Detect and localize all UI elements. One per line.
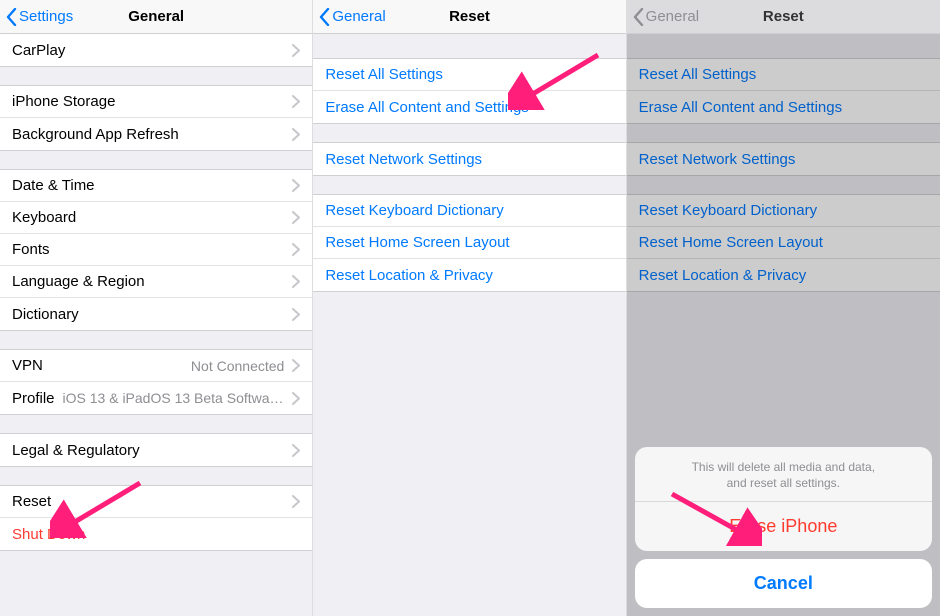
cell-fonts[interactable]: Fonts [0,234,312,266]
cell-keyboard[interactable]: Keyboard [0,202,312,234]
cell-label: Fonts [12,241,50,258]
back-button[interactable]: General [313,8,385,26]
cell-label: Reset Location & Privacy [325,267,493,284]
chevron-left-icon [319,8,330,26]
action-sheet-card: This will delete all media and data, and… [635,447,932,551]
cell-label: Keyboard [12,209,76,226]
back-label: General [332,8,385,25]
cell-label: Reset Keyboard Dictionary [325,202,503,219]
chevron-right-icon [292,495,300,508]
cell-reset[interactable]: Reset [0,486,312,518]
navbar: General Reset [313,0,625,34]
cell-reset-network[interactable]: Reset Network Settings [313,143,625,175]
cell-reset-keyboard-dictionary[interactable]: Reset Keyboard Dictionary [313,195,625,227]
cancel-button[interactable]: Cancel [635,559,932,608]
cell-date-time[interactable]: Date & Time [0,170,312,202]
cell-label: Reset Home Screen Layout [325,234,509,251]
cell-dictionary[interactable]: Dictionary [0,298,312,330]
cell-vpn[interactable]: VPN Not Connected [0,350,312,382]
cell-label: Legal & Regulatory [12,442,140,459]
cell-label: Reset Network Settings [325,151,482,168]
cell-label: Background App Refresh [12,126,179,143]
navbar: General Reset [627,0,940,34]
back-button: General [627,8,699,26]
chevron-right-icon [292,275,300,288]
cell-erase-all-content[interactable]: Erase All Content and Settings [313,91,625,123]
cell-shut-down[interactable]: Shut Down [0,518,312,550]
cell-value: iOS 13 & iPadOS 13 Beta Software Pr… [55,390,285,406]
chevron-right-icon [292,243,300,256]
cell-label: VPN [12,357,43,374]
chevron-right-icon [292,308,300,321]
cell-label: Dictionary [12,306,79,323]
cell-label: Profile [12,390,55,407]
screen-reset: General Reset Reset All Settings Erase A… [313,0,626,616]
chevron-left-icon [633,8,644,26]
cell-iphone-storage[interactable]: iPhone Storage [0,86,312,118]
content: Reset All Settings Erase All Content and… [627,34,940,616]
cell-carplay[interactable]: CarPlay [0,34,312,66]
cell-language-region[interactable]: Language & Region [0,266,312,298]
cell-reset-all-settings[interactable]: Reset All Settings [313,59,625,91]
cell-legal-regulatory[interactable]: Legal & Regulatory [0,434,312,466]
chevron-left-icon [6,8,17,26]
cell-reset-home-screen[interactable]: Reset Home Screen Layout [313,227,625,259]
chevron-right-icon [292,359,300,372]
cell-profile[interactable]: Profile iOS 13 & iPadOS 13 Beta Software… [0,382,312,414]
cell-label: CarPlay [12,42,65,59]
chevron-right-icon [292,44,300,57]
back-label: Settings [19,8,73,25]
cell-reset-location-privacy[interactable]: Reset Location & Privacy [313,259,625,291]
content: CarPlay iPhone Storage Background App Re… [0,34,312,616]
chevron-right-icon [292,179,300,192]
cell-label: Date & Time [12,177,95,194]
action-sheet: This will delete all media and data, and… [635,447,932,608]
cell-label: Language & Region [12,273,145,290]
back-button[interactable]: Settings [0,8,73,26]
chevron-right-icon [292,444,300,457]
erase-iphone-button[interactable]: Erase iPhone [635,502,932,551]
cell-label: iPhone Storage [12,93,115,110]
cell-label: Shut Down [12,526,85,543]
back-label: General [646,8,699,25]
cell-label: Erase All Content and Settings [325,99,528,116]
content: Reset All Settings Erase All Content and… [313,34,625,616]
screen-general: Settings General CarPlay iPhone Storage [0,0,313,616]
navbar: Settings General [0,0,312,34]
cell-label: Reset [12,493,51,510]
chevron-right-icon [292,211,300,224]
chevron-right-icon [292,392,300,405]
chevron-right-icon [292,128,300,141]
chevron-right-icon [292,95,300,108]
cell-value: Not Connected [43,358,284,374]
cell-background-app-refresh[interactable]: Background App Refresh [0,118,312,150]
screen-reset-sheet: General Reset Reset All Settings Erase A… [627,0,940,616]
cell-label: Reset All Settings [325,66,443,83]
action-sheet-message: This will delete all media and data, and… [635,447,932,502]
